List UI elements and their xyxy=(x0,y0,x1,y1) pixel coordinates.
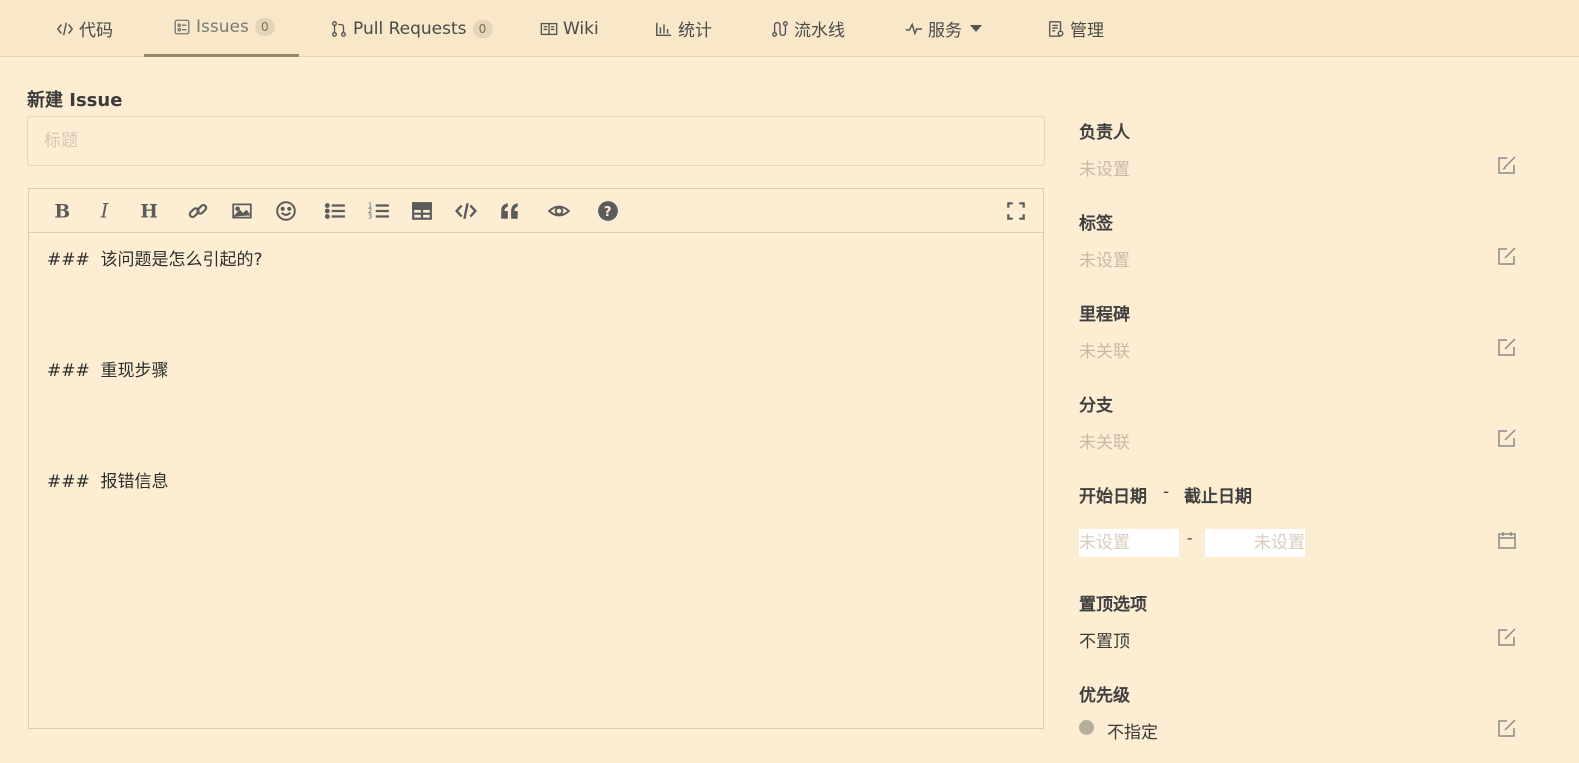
pin-label: 置顶选项 xyxy=(1079,595,1147,615)
top-nav: 代码 Issues 0 Pull Requests 0 Wiki 统计 流水线 xyxy=(0,0,1579,57)
pipeline-icon xyxy=(771,20,789,38)
tab-stats[interactable]: 统计 xyxy=(655,0,712,57)
branch-label: 分支 xyxy=(1079,396,1113,416)
image-icon[interactable] xyxy=(230,199,254,223)
tab-manage-label: 管理 xyxy=(1070,21,1104,41)
priority-label: 优先级 xyxy=(1079,686,1130,706)
assignee-label: 负责人 xyxy=(1079,123,1130,143)
issue-title-input[interactable] xyxy=(27,116,1045,166)
svg-text:H: H xyxy=(140,201,158,222)
heading-icon[interactable]: H xyxy=(137,199,161,223)
code-icon[interactable] xyxy=(454,199,478,223)
tab-wiki[interactable]: Wiki xyxy=(540,0,599,57)
quote-icon[interactable] xyxy=(498,199,522,223)
code-icon xyxy=(56,20,74,38)
edit-priority-icon[interactable] xyxy=(1497,718,1517,738)
tab-services[interactable]: 服务 xyxy=(905,0,982,57)
start-date-input[interactable] xyxy=(1079,529,1179,557)
end-date-label: 截止日期 xyxy=(1184,487,1252,507)
bold-icon[interactable]: B xyxy=(49,199,73,223)
end-date-input[interactable] xyxy=(1205,529,1305,557)
milestone-label: 里程碑 xyxy=(1079,305,1130,325)
tab-issues-label: Issues xyxy=(196,17,249,37)
branch-value: 未关联 xyxy=(1079,433,1130,453)
fullscreen-icon[interactable] xyxy=(1004,199,1028,223)
italic-icon[interactable]: I xyxy=(93,199,117,223)
edit-pin-icon[interactable] xyxy=(1497,627,1517,647)
edit-assignee-icon[interactable] xyxy=(1497,155,1517,175)
tab-pipeline[interactable]: 流水线 xyxy=(771,0,845,57)
date-label-separator: - xyxy=(1163,482,1170,502)
chevron-down-icon xyxy=(970,24,982,33)
preview-icon[interactable] xyxy=(547,199,571,223)
priority-dot-icon xyxy=(1079,720,1094,735)
table-icon[interactable] xyxy=(410,199,434,223)
svg-text:3: 3 xyxy=(368,213,372,221)
markdown-editor: B I H 123 ? ### 该问题是怎么引起的? ### 重现步骤 ### … xyxy=(28,188,1044,729)
edit-labels-icon[interactable] xyxy=(1497,246,1517,266)
issues-count-badge: 0 xyxy=(254,18,275,36)
tab-stats-label: 统计 xyxy=(678,21,712,41)
settings-doc-icon xyxy=(1047,20,1065,38)
date-range-separator: - xyxy=(1187,529,1193,547)
editor-textarea[interactable]: ### 该问题是怎么引起的? ### 重现步骤 ### 报错信息 xyxy=(29,233,1043,728)
numbered-list-icon[interactable]: 123 xyxy=(367,199,391,223)
svg-text:I: I xyxy=(100,200,110,222)
start-date-label: 开始日期 xyxy=(1079,487,1147,507)
edit-milestone-icon[interactable] xyxy=(1497,337,1517,357)
tab-code-label: 代码 xyxy=(79,21,113,41)
emoji-icon[interactable] xyxy=(274,199,298,223)
tab-code[interactable]: 代码 xyxy=(56,0,113,57)
labels-label: 标签 xyxy=(1079,214,1113,234)
tab-issues[interactable]: Issues 0 xyxy=(144,0,299,57)
page-title: 新建 Issue xyxy=(27,90,123,111)
tab-pipeline-label: 流水线 xyxy=(794,21,845,41)
pin-value: 不置顶 xyxy=(1079,632,1130,652)
markdown-line: ### 该问题是怎么引起的? xyxy=(47,250,263,270)
tab-wiki-label: Wiki xyxy=(563,18,599,39)
priority-value: 不指定 xyxy=(1107,723,1158,743)
assignee-value: 未设置 xyxy=(1079,160,1130,180)
book-icon xyxy=(540,20,558,38)
edit-branch-icon[interactable] xyxy=(1497,428,1517,448)
help-icon[interactable]: ? xyxy=(596,199,620,223)
pull-request-icon xyxy=(330,20,348,38)
tab-services-label: 服务 xyxy=(928,21,962,41)
pulse-icon xyxy=(905,20,923,38)
link-icon[interactable] xyxy=(186,199,210,223)
markdown-line: ### 重现步骤 xyxy=(47,361,169,381)
calendar-icon[interactable] xyxy=(1497,530,1517,550)
bar-chart-icon xyxy=(655,20,673,38)
milestone-value: 未关联 xyxy=(1079,342,1130,362)
issues-icon xyxy=(173,18,191,36)
tab-pull-requests[interactable]: Pull Requests 0 xyxy=(330,0,493,57)
labels-value: 未设置 xyxy=(1079,251,1130,271)
bullet-list-icon[interactable] xyxy=(323,199,347,223)
pull-requests-count-badge: 0 xyxy=(472,19,493,38)
tab-manage[interactable]: 管理 xyxy=(1047,0,1104,57)
editor-toolbar: B I H 123 ? xyxy=(29,189,1043,233)
tab-pull-requests-label: Pull Requests xyxy=(353,18,467,39)
svg-text:?: ? xyxy=(604,205,612,220)
svg-text:B: B xyxy=(54,201,70,222)
markdown-line: ### 报错信息 xyxy=(47,472,169,492)
